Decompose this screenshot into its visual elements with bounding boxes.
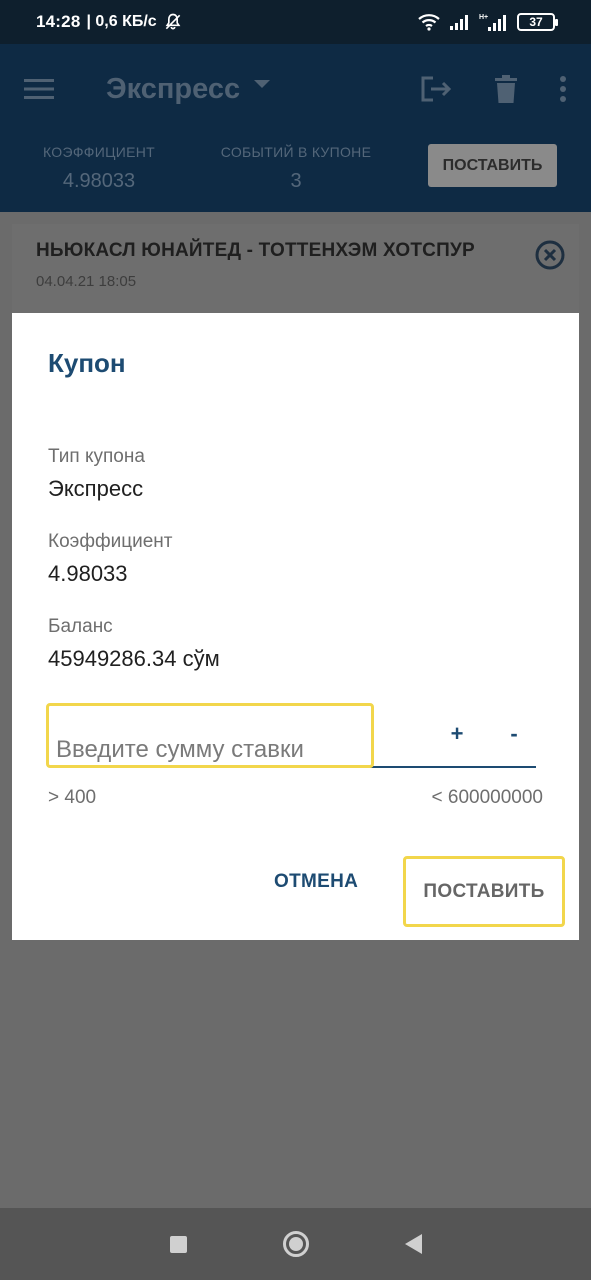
place-bet-button[interactable]: ПОСТАВИТЬ <box>403 856 565 927</box>
recent-apps-icon[interactable] <box>169 1235 187 1253</box>
event-datetime: 04.04.21 18:05 <box>36 273 137 290</box>
coupon-type-label: Тип купона <box>48 446 145 467</box>
app-toolbar: Экспресс <box>0 44 591 134</box>
summary-odds-label: КОЭФФИЦИЕНТ <box>42 144 156 160</box>
balance-label: Баланс <box>48 616 113 637</box>
balance-value: 45949286.34 сўм <box>48 646 220 671</box>
decrease-stake-button[interactable]: - <box>499 721 529 747</box>
trash-icon[interactable] <box>495 75 517 103</box>
summary-events-value: 3 <box>290 170 302 192</box>
coupon-dialog: Купон Тип купона Экспресс Коэффициент 4.… <box>12 313 579 940</box>
event-card: НЬЮКАСЛ ЮНАЙТЕД - ТОТТЕНХЭМ ХОТСПУР 04.0… <box>12 224 579 316</box>
event-teams: НЬЮКАСЛ ЮНАЙТЕД - ТОТТЕНХЭМ ХОТСПУР <box>36 240 475 261</box>
logout-icon[interactable] <box>419 75 453 103</box>
max-stake-limit: < 600000000 <box>431 787 543 808</box>
increase-stake-button[interactable]: + <box>442 721 472 747</box>
summary-odds: КОЭФФИЦИЕНТ 4.98033 <box>40 144 158 193</box>
home-icon[interactable] <box>282 1231 309 1257</box>
min-stake-limit: > 400 <box>48 787 97 808</box>
odds-label: Коэффициент <box>48 531 173 552</box>
summary-events-label: СОБЫТИЙ В КУПОНЕ <box>220 144 372 160</box>
remove-event-icon[interactable] <box>535 240 565 270</box>
caret-down-icon[interactable] <box>254 80 271 88</box>
muted-bell-icon <box>165 13 181 30</box>
back-icon[interactable] <box>404 1234 422 1254</box>
place-bet-button-toolbar[interactable]: ПОСТАВИТЬ <box>428 144 557 187</box>
coupon-type-selector[interactable]: Экспресс <box>106 73 240 106</box>
battery-icon: 37 <box>517 13 558 31</box>
dialog-title: Купон <box>48 348 126 378</box>
system-nav-bar <box>0 1208 591 1280</box>
more-vert-icon[interactable] <box>559 76 567 102</box>
svg-text:H+: H+ <box>479 14 488 21</box>
status-icons: H+ 37 <box>417 12 558 32</box>
summary-events: СОБЫТИЙ В КУПОНЕ 3 <box>218 144 374 193</box>
coupon-type-value: Экспресс <box>48 476 144 501</box>
toolbar-actions <box>419 75 567 103</box>
odds-value: 4.98033 <box>48 561 128 586</box>
cancel-button[interactable]: ОТМЕНА <box>274 871 358 893</box>
status-bar: 14:28 | 0,6 КБ/с H+ 37 <box>0 0 591 44</box>
menu-icon[interactable] <box>24 78 54 100</box>
network-speed: | 0,6 КБ/с <box>86 13 157 30</box>
wifi-icon <box>418 14 440 31</box>
battery-level: 37 <box>529 15 543 29</box>
signal-icon <box>450 15 468 30</box>
signal-h-plus-icon: H+ <box>479 14 506 31</box>
status-time: 14:28 <box>36 12 81 31</box>
coupon-summary: КОЭФФИЦИЕНТ 4.98033 СОБЫТИЙ В КУПОНЕ 3 П… <box>0 134 591 212</box>
summary-odds-value: 4.98033 <box>62 170 136 192</box>
